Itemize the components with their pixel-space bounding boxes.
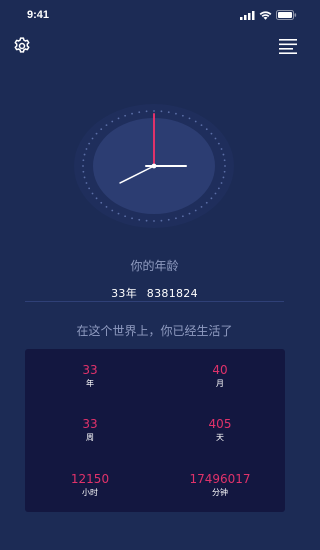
clock-tick-dot [82, 159, 85, 162]
clock-tick-dot [95, 132, 98, 135]
clock-tick-dot [82, 170, 85, 173]
status-bar: 9:41 [0, 0, 309, 28]
settings-button[interactable] [12, 36, 32, 56]
clock-tick-dot [82, 165, 84, 167]
stat-value: 17496017 [189, 472, 251, 486]
clock-tick-dot [188, 212, 191, 215]
age-value: 33年 8381824 [0, 285, 309, 301]
clock-tick-dot [88, 142, 91, 145]
wifi-icon [259, 10, 272, 20]
clock-tick-dot [153, 110, 155, 112]
clock-tick-dot [222, 176, 225, 179]
stat-unit: 月 [216, 379, 224, 388]
clock-tick-dot [220, 148, 223, 150]
stat-value: 33 [82, 417, 98, 431]
clock-tick-dot [100, 201, 103, 204]
stat-days: 405 天 [155, 417, 285, 444]
clock-tick-dot [124, 215, 127, 218]
lived-label: 在这个世界上，你已经生活了 [76, 324, 233, 338]
clock-tick-dot [167, 218, 170, 221]
clock-tick-dot [175, 112, 177, 115]
clock-tick-dot [210, 197, 213, 200]
clock-tick-dot [145, 219, 148, 222]
clock-tick-dot [181, 215, 184, 218]
clock-tick-dot [111, 209, 114, 212]
stat-value: 40 [212, 363, 228, 377]
clock-tick-dot [167, 111, 170, 114]
age-years: 33年 [111, 287, 137, 300]
clock-tick-dot [91, 192, 94, 195]
clock-tick-dot [214, 192, 217, 195]
clock-tick-dot [91, 137, 94, 140]
stat-value: 12150 [70, 472, 110, 486]
analog-clock [74, 104, 234, 228]
clock-tick-dot [100, 128, 103, 131]
clock-tick-dot [95, 197, 98, 200]
clock-tick-dot [222, 153, 225, 156]
menu-button[interactable] [279, 38, 297, 54]
stat-unit: 分钟 [212, 488, 228, 497]
stat-minutes: 17496017 分钟 [155, 472, 285, 499]
clock-tick-dot [214, 137, 217, 140]
stat-months: 40 月 [155, 363, 285, 390]
divider [25, 301, 284, 302]
clock-tick-dot [105, 124, 108, 127]
clock-center-pin [151, 163, 157, 169]
clock-face [74, 104, 234, 228]
stats-panel: 33 年 40 月 33 周 405 天 12150 小时 17496017 分… [25, 349, 285, 512]
stat-unit: 小时 [82, 488, 98, 497]
age-label: 你的年龄 [130, 259, 179, 273]
clock-tick-dot [131, 217, 133, 220]
clock-tick-dot [160, 110, 163, 113]
status-icons [240, 10, 297, 20]
clock-tick-dot [194, 120, 197, 123]
clock-tick-dot [200, 124, 203, 127]
stat-weeks: 33 周 [25, 417, 155, 444]
clock-tick-dot [111, 120, 114, 123]
clock-tick-dot [145, 110, 148, 113]
gear-icon [14, 37, 30, 53]
age-number: 8381824 [146, 287, 198, 300]
signal-icon [240, 10, 255, 20]
clock-tick-dot [138, 111, 141, 114]
battery-icon [276, 10, 297, 20]
clock-tick-dot [224, 165, 226, 167]
clock-tick-dot [85, 148, 88, 150]
stat-unit: 年 [86, 379, 94, 388]
clock-tick-dot [220, 182, 223, 184]
stat-value: 405 [208, 417, 232, 431]
clock-tick-dot [85, 182, 88, 184]
clock-tick-dot [105, 205, 108, 208]
clock-tick-dot [175, 217, 177, 220]
clock-tick-dot [124, 114, 127, 117]
clock-tick-dot [200, 205, 203, 208]
clock-tick-dot [117, 117, 120, 120]
clock-tick-dot [131, 112, 133, 115]
clock-tick-dot [217, 142, 220, 145]
app-screen: 9:41 你的年龄 33年 8381824 在这个世界上，你已经生活了 33 年… [0, 0, 309, 550]
stat-unit: 周 [86, 433, 94, 442]
clock-tick-dot [83, 176, 86, 179]
stat-unit: 天 [216, 433, 224, 442]
clock-tick-dot [205, 128, 208, 131]
clock-tick-dot [160, 219, 163, 222]
clock-tick-dot [194, 209, 197, 212]
clock-tick-dot [205, 201, 208, 204]
clock-tick-dot [210, 132, 213, 135]
menu-lines-icon [279, 39, 297, 54]
stat-hours: 12150 小时 [25, 472, 155, 499]
clock-tick-dot [153, 220, 155, 222]
clock-tick-dot [223, 170, 226, 173]
clock-tick-dot [88, 187, 91, 190]
stat-value: 33 [82, 363, 98, 377]
clock-tick-dot [117, 212, 120, 215]
clock-tick-dot [138, 218, 141, 221]
stat-years: 33 年 [25, 363, 155, 390]
clock-tick-dot [181, 114, 184, 117]
clock-tick-dot [217, 187, 220, 190]
clock-tick-dot [83, 153, 86, 156]
status-time: 9:41 [27, 9, 50, 21]
clock-tick-dot [188, 117, 191, 120]
clock-tick-dot [223, 159, 226, 162]
